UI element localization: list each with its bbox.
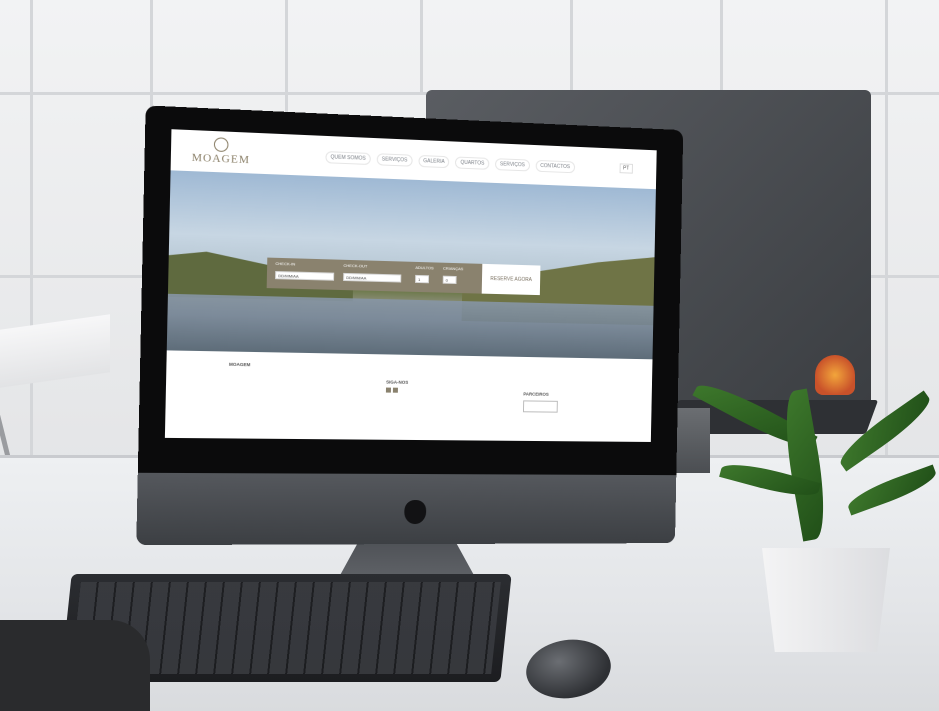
instagram-icon[interactable] [393,388,398,393]
checkout-label: CHECK-OUT [343,263,367,269]
nav-item[interactable]: QUARTOS [455,157,489,170]
nav-item[interactable]: GALERIA [418,155,450,168]
children-select[interactable]: 0 [443,276,457,284]
checkin-label: CHECK-IN [275,261,295,267]
nav-item[interactable]: CONTACTOS [535,160,574,173]
website-footer: MOAGEM SIGA-NOS PARCEIROS [165,350,653,442]
checkin-input[interactable]: DD/MM/AA [275,271,334,281]
language-switch[interactable]: PT [619,163,633,173]
imac-chin [136,473,676,545]
footer-partners-column: PARCEIROS [523,392,558,413]
adults-select[interactable]: 1 [415,275,429,283]
wall-tile-line [885,0,888,470]
wall-tile-line [30,0,33,470]
booking-bar: CHECK-IN DD/MM/AA CHECK-OUT DD/MM/AA ADU… [267,258,483,294]
wall-tile-line [570,0,573,95]
hero-river [167,294,654,360]
social-links [386,388,408,393]
apple-logo-icon [404,500,426,524]
footer-social-column: SIGA-NOS [386,380,408,393]
footer-contact-title: MOAGEM [229,362,251,368]
footer-partners-title: PARCEIROS [523,392,558,398]
checkout-input[interactable]: DD/MM/AA [343,273,401,283]
bromeliad-flower [815,355,855,395]
website-logo[interactable]: MOAGEM [192,136,251,166]
logo-mark-icon [214,137,229,152]
nav-item[interactable]: QUEM SOMOS [325,151,371,165]
wall-tile-line [720,0,723,95]
facebook-icon[interactable] [386,388,391,393]
partner-logo[interactable] [523,400,558,412]
footer-contact-column: MOAGEM [229,362,251,368]
website-nav: QUEM SOMOS SERVIÇOS GALERIA QUARTOS SERV… [325,151,575,173]
wall-tile-line [285,0,288,120]
adults-label: ADULTOS [415,265,433,271]
reserve-button[interactable]: RESERVE AGORA [482,264,541,295]
hero-landscape-image: CHECK-IN DD/MM/AA CHECK-OUT DD/MM/AA ADU… [167,170,656,359]
footer-social-title: SIGA-NOS [386,380,408,386]
wall-tile-line [420,0,423,95]
logo-text: MOAGEM [192,152,250,167]
office-chair [0,620,150,711]
children-label: CRIANÇAS [443,266,463,272]
wall-tile-line [0,275,160,278]
imac-computer: MOAGEM QUEM SOMOS SERVIÇOS GALERIA QUART… [136,105,683,545]
imac-screen: MOAGEM QUEM SOMOS SERVIÇOS GALERIA QUART… [165,129,657,442]
nav-item[interactable]: SERVIÇOS [495,158,530,171]
plant-pot [762,548,890,652]
nav-item[interactable]: SERVIÇOS [377,153,413,166]
wall-tile-line [870,275,939,278]
